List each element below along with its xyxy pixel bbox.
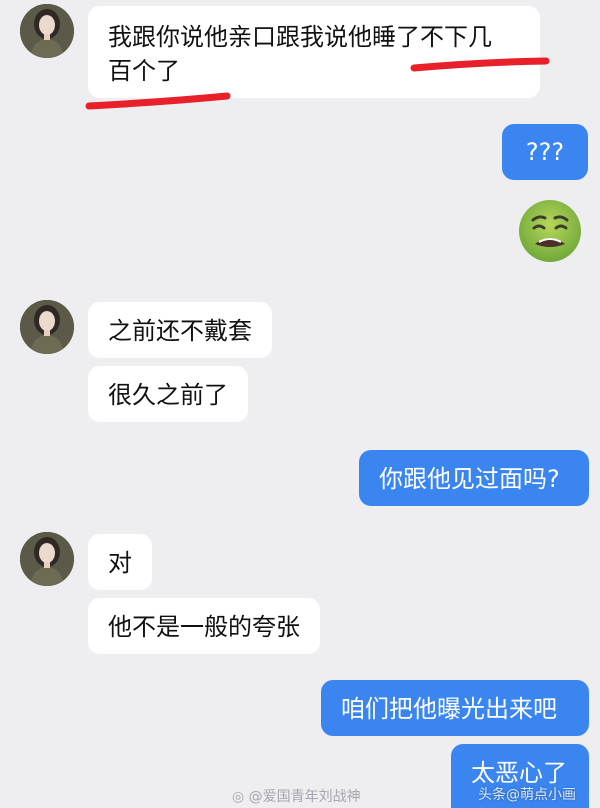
message-bubble-incoming[interactable]: 对 bbox=[88, 534, 152, 590]
message-text: ??? bbox=[525, 138, 565, 166]
message-bubble-incoming[interactable]: 他不是一般的夸张 bbox=[88, 598, 320, 654]
nauseated-face-icon[interactable] bbox=[517, 198, 583, 264]
message-text: 你跟他见过面吗? bbox=[379, 465, 560, 493]
message-bubble-outgoing[interactable]: ??? bbox=[502, 124, 588, 180]
message-text: 很久之前了 bbox=[108, 381, 228, 409]
contact-avatar[interactable] bbox=[20, 532, 74, 586]
watermark-weibo: ◎ @爱国青年刘战神 bbox=[232, 789, 361, 805]
avatar-photo-icon bbox=[20, 532, 74, 586]
avatar-photo-icon bbox=[20, 300, 74, 354]
avatar-photo-icon bbox=[20, 4, 74, 58]
message-text: 之前还不戴套 bbox=[108, 317, 252, 345]
contact-avatar[interactable] bbox=[20, 4, 74, 58]
message-text: 太恶心了 bbox=[471, 759, 567, 787]
message-bubble-outgoing[interactable]: 咱们把他曝光出来吧 bbox=[321, 680, 589, 736]
message-text-line: 我跟你说他亲口跟我说他睡了不下几 bbox=[108, 23, 492, 51]
watermark-toutiao: 头条@萌点小画 bbox=[478, 787, 576, 803]
message-text: 他不是一般的夸张 bbox=[108, 613, 300, 641]
weibo-icon: ◎ bbox=[232, 789, 245, 805]
highlight-underline bbox=[85, 57, 550, 110]
contact-avatar[interactable] bbox=[20, 300, 74, 354]
message-text: 咱们把他曝光出来吧 bbox=[341, 695, 557, 723]
message-bubble-incoming[interactable]: 很久之前了 bbox=[88, 366, 248, 422]
message-bubble-incoming[interactable]: 之前还不戴套 bbox=[88, 302, 272, 358]
message-bubble-outgoing[interactable]: 你跟他见过面吗? bbox=[359, 450, 589, 506]
message-text: 对 bbox=[108, 549, 132, 577]
